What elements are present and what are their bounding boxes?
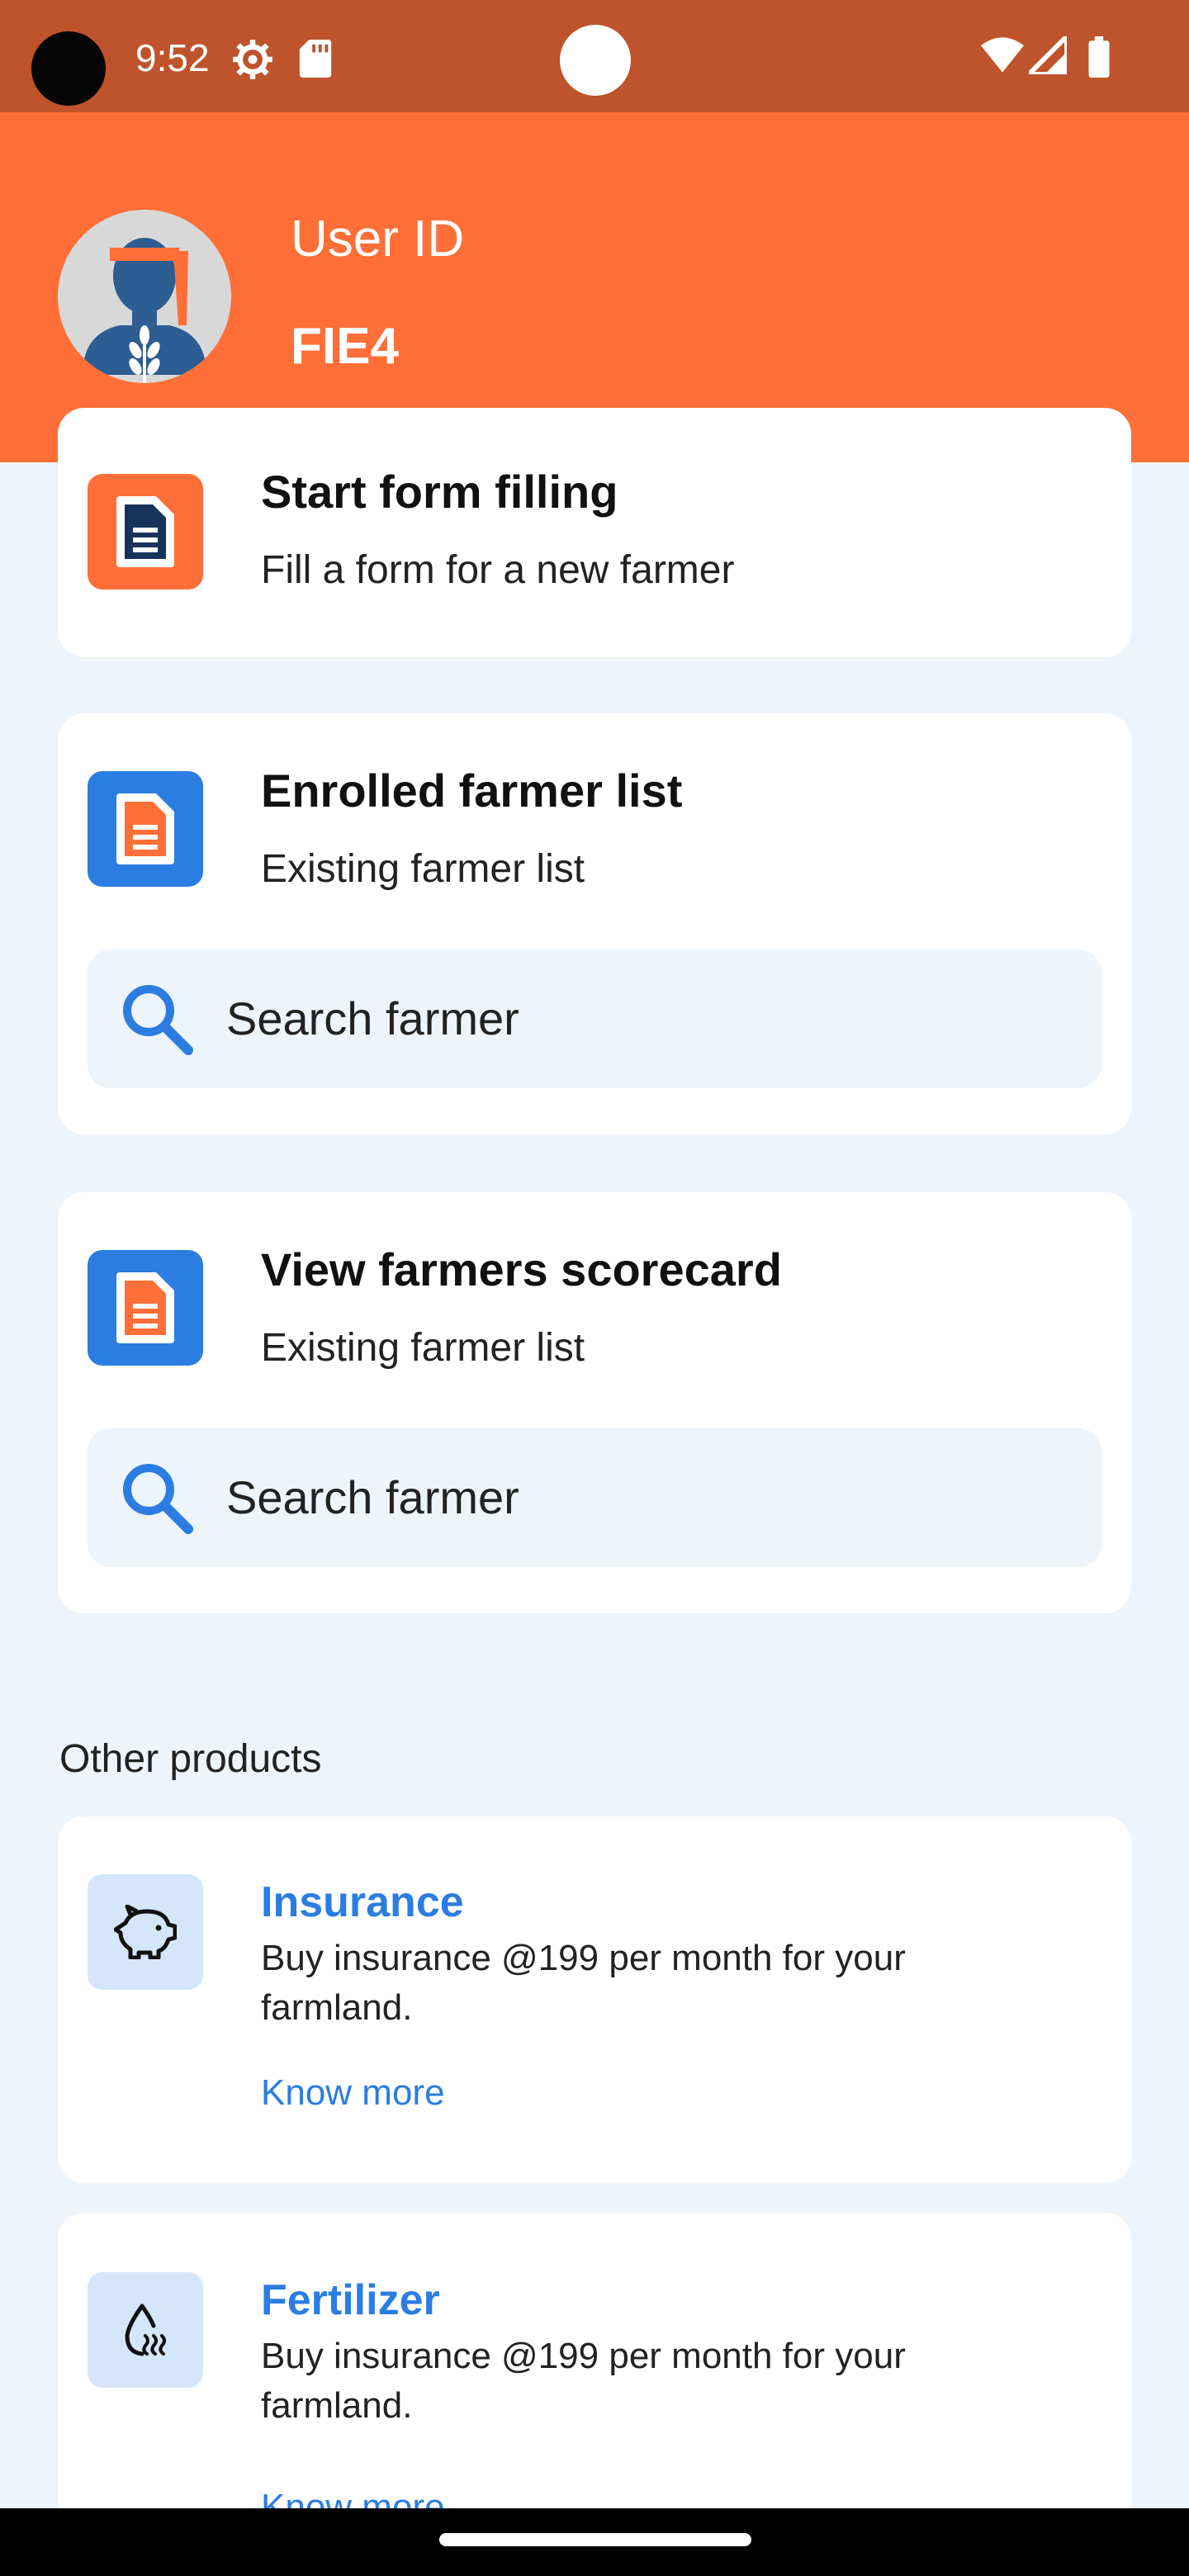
status-bar: 9:52 xyxy=(0,0,1189,112)
search-icon xyxy=(123,985,193,1055)
enrolled-search-placeholder: Search farmer xyxy=(226,992,519,1044)
product-card-insurance[interactable]: Insurance Buy insurance @199 per month f… xyxy=(58,1816,1131,2183)
document-icon xyxy=(116,1272,174,1343)
cell-signal-icon xyxy=(1029,36,1067,74)
document-icon xyxy=(116,793,174,864)
sd-card-icon xyxy=(299,40,332,78)
scorecard-search-placeholder: Search farmer xyxy=(226,1471,519,1523)
battery-icon xyxy=(1088,36,1110,78)
scorecard-card: View farmers scorecard Existing farmer l… xyxy=(58,1192,1131,1613)
fertilizer-description: Buy insurance @199 per month for your fa… xyxy=(261,2336,906,2426)
farmer-avatar-icon xyxy=(58,210,231,383)
insurance-description: Buy insurance @199 per month for your fa… xyxy=(261,1938,906,2028)
start-form-title: Start form filling xyxy=(261,466,618,518)
product-card-fertilizer[interactable]: Fertilizer Buy insurance @199 per month … xyxy=(58,2213,1131,2559)
gear-icon xyxy=(233,40,272,79)
start-form-card[interactable]: Start form filling Fill a form for a new… xyxy=(58,408,1131,657)
home-gesture-handle[interactable] xyxy=(439,2533,751,2546)
start-form-icon-box xyxy=(88,474,203,590)
navigation-bar xyxy=(0,2508,1189,2576)
user-id-label: User ID xyxy=(291,211,465,268)
scorecard-icon-box xyxy=(88,1250,203,1366)
insurance-title: Insurance xyxy=(261,1878,464,1926)
insurance-icon-box xyxy=(88,1874,203,1990)
fertilizer-title: Fertilizer xyxy=(261,2276,440,2324)
scorecard-title[interactable]: View farmers scorecard xyxy=(261,1243,782,1296)
enrolled-list-title[interactable]: Enrolled farmer list xyxy=(261,765,682,817)
enrolled-list-card: Enrolled farmer list Existing farmer lis… xyxy=(58,713,1131,1134)
camera-cutout xyxy=(31,31,106,106)
search-icon xyxy=(123,1464,193,1534)
insurance-know-more-link[interactable]: Know more xyxy=(261,2071,445,2115)
fertilizer-drop-icon xyxy=(125,2304,166,2356)
scorecard-search-bar[interactable]: Search farmer xyxy=(88,1428,1101,1567)
wifi-icon xyxy=(981,37,1024,73)
status-time: 9:52 xyxy=(135,36,210,79)
start-form-subtitle: Fill a form for a new farmer xyxy=(261,548,735,592)
enrolled-list-icon-box xyxy=(88,771,203,887)
other-products-label: Other products xyxy=(59,1737,322,1781)
user-id-value: FIE4 xyxy=(291,318,399,375)
piggy-bank-icon xyxy=(114,1905,177,1959)
fertilizer-icon-box xyxy=(88,2272,203,2388)
notification-dot xyxy=(560,25,631,96)
enrolled-list-subtitle: Existing farmer list xyxy=(261,847,585,891)
scorecard-subtitle: Existing farmer list xyxy=(261,1326,585,1370)
document-icon xyxy=(116,496,174,567)
enrolled-search-bar[interactable]: Search farmer xyxy=(88,949,1101,1088)
